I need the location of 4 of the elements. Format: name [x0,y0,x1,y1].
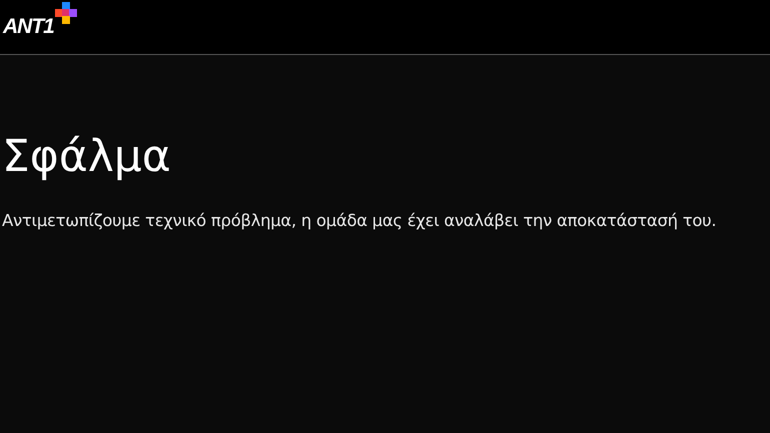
error-message: Αντιμετωπίζουμε τεχνικό πρόβλημα, η ομάδα μας έχει αναλάβει την αποκατάστασή του. [2,210,718,232]
plus-icon [54,2,77,24]
error-title: Σφάλμα [2,135,172,179]
logo-text[interactable]: ANT1 [3,16,54,37]
